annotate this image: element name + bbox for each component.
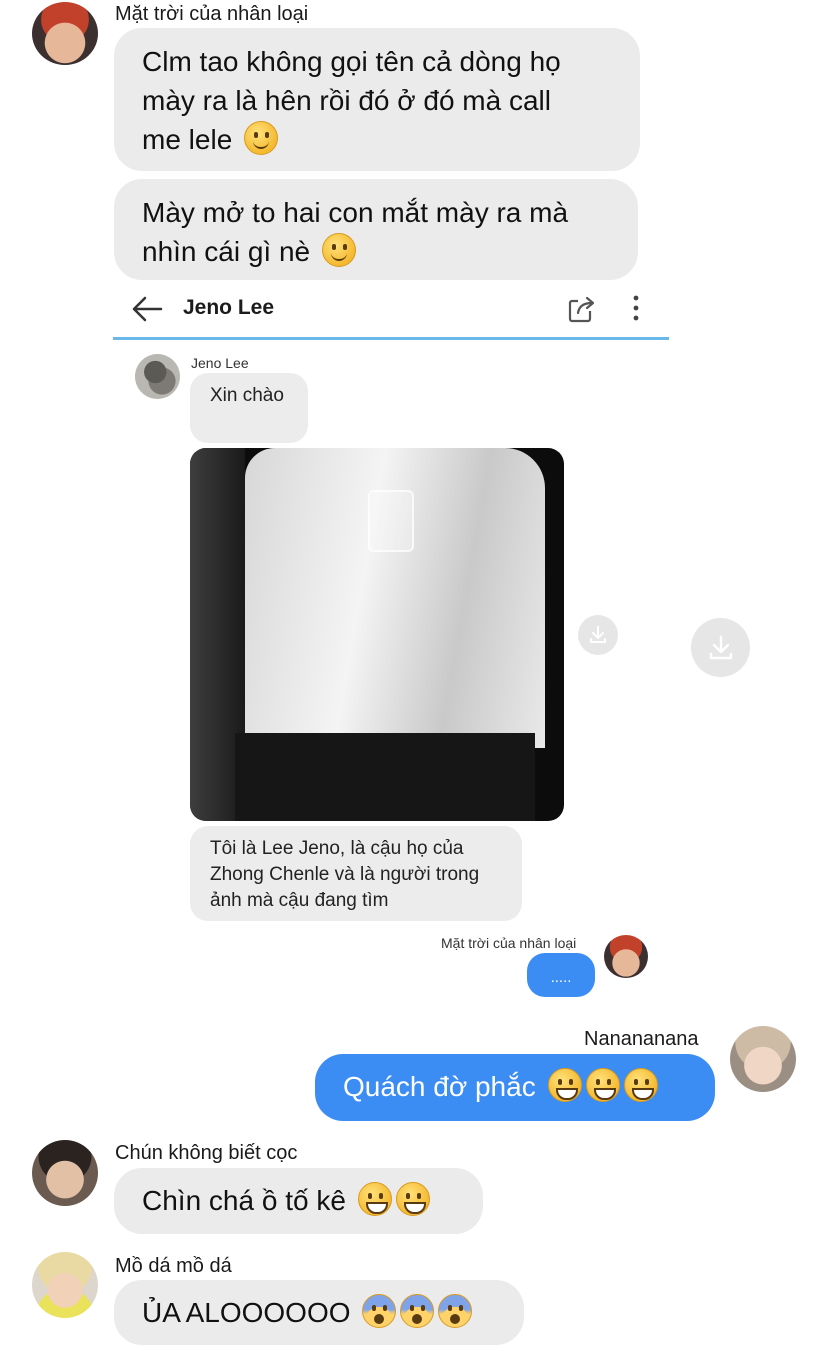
grinning-face-emoji-icon bbox=[585, 1068, 620, 1102]
message-bubble[interactable]: Quách đờ phắc bbox=[315, 1054, 715, 1121]
embedded-reply-bubble: ..... bbox=[527, 953, 595, 997]
bubble-line-text: me lele bbox=[142, 124, 233, 155]
embedded-message-bubble: Tôi là Lee Jeno, là cậu họ của Zhong Che… bbox=[190, 826, 522, 921]
fearful-face-emoji-icon bbox=[438, 1294, 473, 1328]
bubble-line: Tôi là Lee Jeno, là cậu họ của bbox=[210, 838, 464, 859]
grinning-face-emoji-icon bbox=[395, 1182, 430, 1216]
sender-name: Mặt trời của nhân loại bbox=[115, 3, 309, 25]
avatar-mo-da[interactable] bbox=[32, 1252, 98, 1318]
grinning-face-emoji-icon bbox=[357, 1182, 392, 1216]
embedded-sender-name: Jeno Lee bbox=[191, 355, 249, 371]
bubble-text: ỦA ALOOOOOO bbox=[142, 1297, 351, 1328]
message-bubble[interactable]: ỦA ALOOOOOO bbox=[114, 1280, 524, 1345]
embedded-message-bubble: Xin chào bbox=[190, 373, 308, 443]
bubble-line-text: nhìn cái gì nè bbox=[142, 236, 311, 267]
avatar-mat-troi-small bbox=[604, 935, 648, 978]
embedded-header-divider bbox=[113, 337, 669, 340]
message-bubble[interactable]: Clm tao không gọi tên cả dòng họ mày ra … bbox=[114, 28, 640, 171]
avatar-chun[interactable] bbox=[32, 1140, 98, 1206]
download-button[interactable] bbox=[691, 618, 750, 677]
fearful-face-emoji-icon bbox=[400, 1294, 435, 1328]
bubble-line: nhìn cái gì nè bbox=[142, 232, 610, 271]
bubble-line: Mày mở to hai con mắt mày ra mà bbox=[142, 197, 569, 228]
grinning-face-emoji-icon bbox=[547, 1068, 582, 1102]
avatar-nanananana[interactable] bbox=[730, 1026, 796, 1092]
embedded-chat-title: Jeno Lee bbox=[183, 296, 275, 319]
sender-name: Nanananana bbox=[584, 1028, 699, 1050]
bubble-line: ảnh mà cậu đang tìm bbox=[210, 890, 389, 911]
bubble-text: Quách đờ phắc bbox=[343, 1071, 536, 1102]
more-vertical-icon bbox=[628, 294, 644, 329]
grinning-face-emoji-icon bbox=[623, 1068, 658, 1102]
message-bubble[interactable]: Chìn chá ồ tố kê bbox=[114, 1168, 483, 1234]
embedded-reply-sender: Mặt trời của nhân loại bbox=[441, 935, 577, 951]
message-bubble[interactable]: Mày mở to hai con mắt mày ra mà nhìn cái… bbox=[114, 179, 638, 280]
avatar-mat-troi[interactable] bbox=[32, 2, 98, 65]
bubble-line: Clm tao không gọi tên cả dòng họ bbox=[142, 46, 561, 77]
bubble-text: Chìn chá ồ tố kê bbox=[142, 1185, 346, 1216]
sender-name: Chún không biết cọc bbox=[115, 1142, 298, 1164]
share-icon bbox=[566, 293, 598, 330]
bubble-line: Zhong Chenle và là người trong bbox=[210, 864, 480, 885]
bubble-line: mày ra là hên rồi đó ở đó mà call bbox=[142, 85, 551, 116]
back-arrow-icon bbox=[131, 295, 163, 328]
sender-name: Mồ dá mồ dá bbox=[115, 1255, 232, 1277]
bubble-line: me lele bbox=[142, 120, 612, 159]
download-button bbox=[578, 615, 618, 655]
fearful-face-emoji-icon bbox=[362, 1294, 397, 1328]
embedded-photo bbox=[190, 448, 564, 821]
avatar-jeno bbox=[135, 354, 180, 399]
smiling-face-emoji-icon bbox=[321, 233, 356, 267]
smiling-face-emoji-icon bbox=[244, 121, 279, 155]
